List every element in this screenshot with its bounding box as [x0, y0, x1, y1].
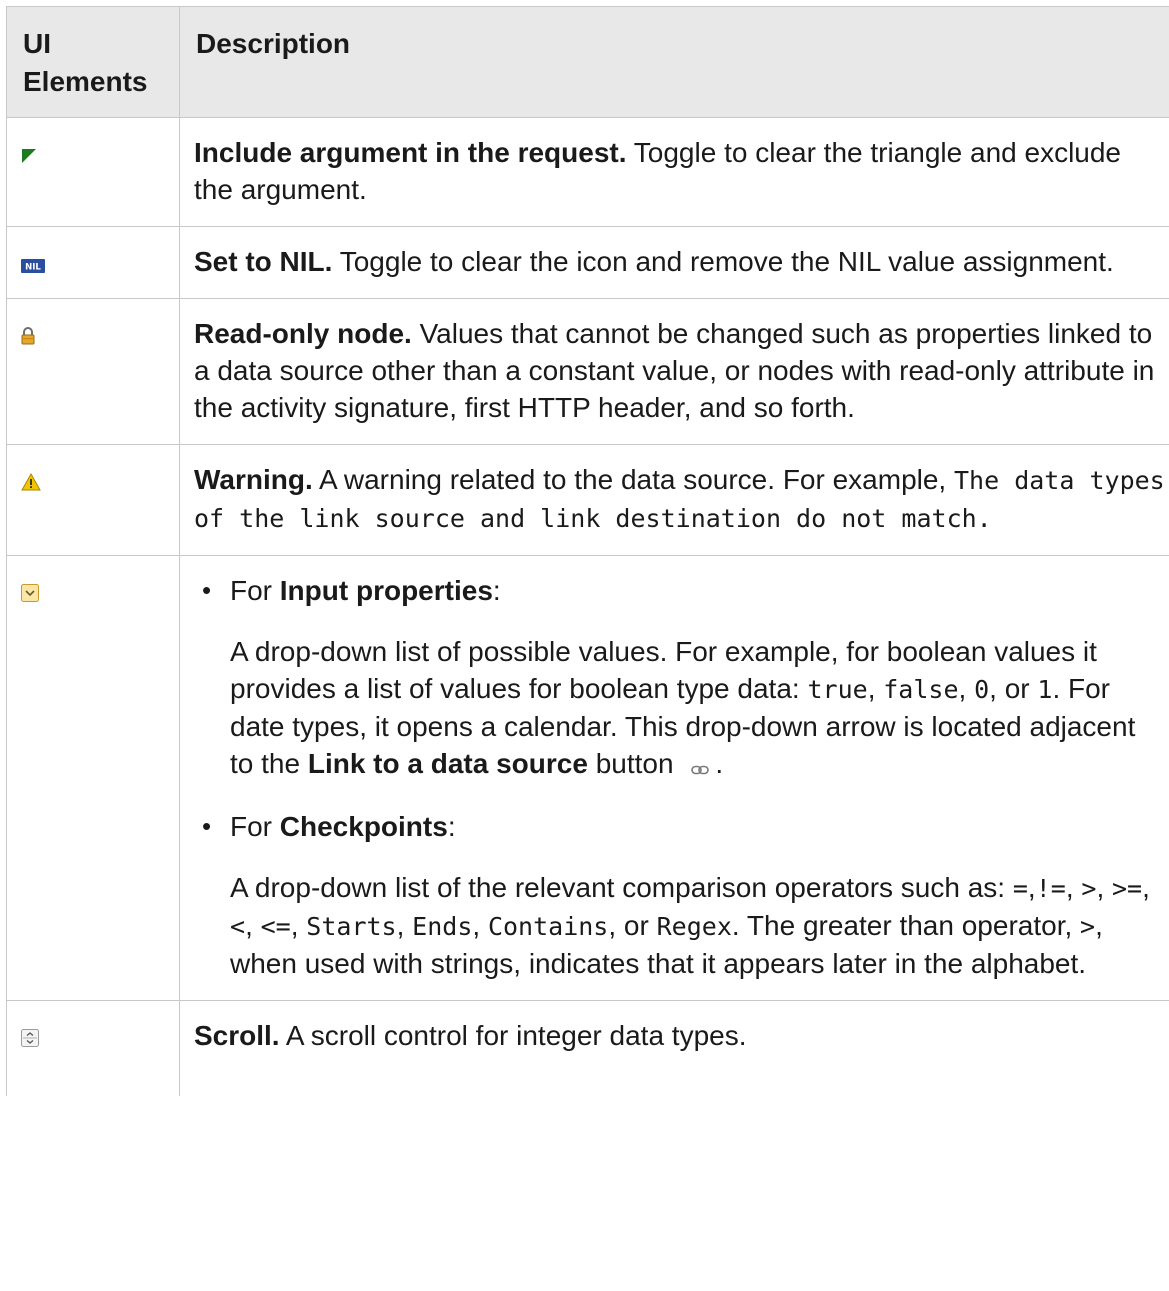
icon-cell: [6, 117, 180, 227]
dropdown-arrow-icon: [21, 577, 39, 608]
header-description: Description: [179, 6, 1169, 118]
table-row: Warning. A warning related to the data s…: [6, 444, 1169, 556]
list-item: For Input properties: A drop-down list o…: [202, 572, 1165, 784]
row-title: Read-only node.: [194, 318, 412, 349]
table-row: NIL Set to NIL. Toggle to clear the icon…: [6, 226, 1169, 299]
spinner-icon: [21, 1022, 39, 1053]
checkpoints-paragraph: A drop-down list of the relevant compari…: [230, 872, 1150, 980]
table-row: Include argument in the request. Toggle …: [6, 117, 1169, 227]
row-title: Warning.: [194, 464, 313, 495]
icon-cell: [6, 1000, 180, 1097]
table-row: Scroll. A scroll control for integer dat…: [6, 1000, 1169, 1097]
input-properties-paragraph: A drop-down list of possible values. For…: [230, 633, 1165, 784]
table-header-row: UI Elements Description: [6, 6, 1169, 118]
chain-link-icon: [691, 747, 710, 784]
description-cell: Scroll. A scroll control for integer dat…: [179, 1000, 1169, 1097]
row-text: A scroll control for integer data types.: [279, 1020, 747, 1052]
row-title: Include argument in the request.: [194, 137, 627, 168]
icon-cell: [6, 444, 180, 556]
row-title: Scroll.: [194, 1020, 280, 1052]
description-cell: For Input properties: A drop-down list o…: [179, 554, 1169, 1002]
ui-elements-table: UI Elements Description Include argument…: [6, 6, 1169, 1097]
row-text: A warning related to the data source. Fo…: [312, 464, 954, 495]
header-ui-elements: UI Elements: [6, 6, 180, 118]
table-row: Read-only node. Values that cannot be ch…: [6, 298, 1169, 445]
nil-icon: NIL: [21, 248, 45, 279]
description-cell: Warning. A warning related to the data s…: [179, 444, 1169, 556]
lock-icon: [21, 320, 35, 351]
bullet-list: For Input properties: A drop-down list o…: [194, 572, 1165, 982]
description-cell: Read-only node. Values that cannot be ch…: [179, 298, 1169, 445]
description-cell: Set to NIL. Toggle to clear the icon and…: [179, 226, 1169, 299]
warning-icon: [21, 466, 41, 497]
description-cell: Include argument in the request. Toggle …: [179, 117, 1169, 227]
table-row: For Input properties: A drop-down list o…: [6, 554, 1169, 1002]
svg-text:NIL: NIL: [25, 263, 41, 273]
green-triangle-icon: [21, 139, 37, 170]
icon-cell: NIL: [6, 226, 180, 299]
icon-cell: [6, 554, 180, 1002]
list-item: For Checkpoints: A drop-down list of the…: [202, 808, 1165, 982]
row-title: Set to NIL.: [194, 246, 333, 277]
icon-cell: [6, 298, 180, 445]
row-text: Toggle to clear the icon and remove the …: [332, 246, 1114, 277]
